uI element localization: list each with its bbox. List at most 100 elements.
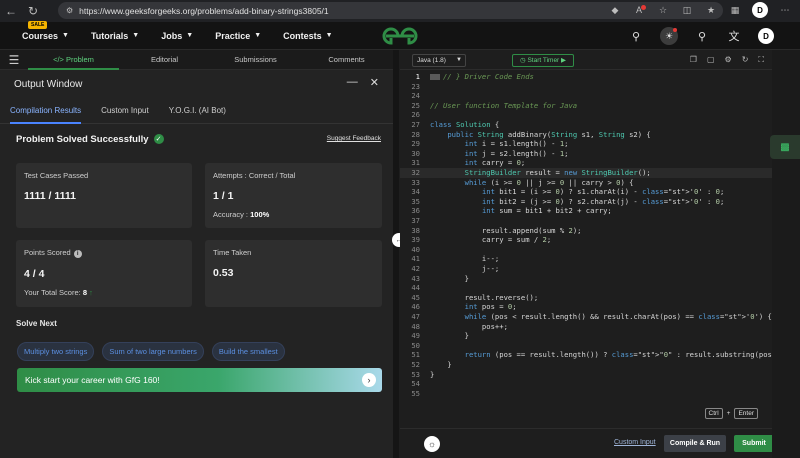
code-line[interactable]: 40	[400, 245, 772, 255]
tag-icon[interactable]: ◆	[608, 5, 622, 16]
accuracy-row: Accuracy : 100%	[213, 210, 374, 219]
nav-courses[interactable]: SALE Courses ▼	[22, 20, 69, 41]
minimize-icon[interactable]: —	[347, 76, 358, 89]
nav-tutorials[interactable]: Tutorials ▼	[91, 31, 139, 41]
nav-courses-label: Courses	[22, 30, 59, 41]
code-line[interactable]: 27 class Solution {	[400, 120, 772, 130]
code-area[interactable]: 1 // } Driver Code Ends 23 24 25// User fun…	[400, 72, 781, 402]
solve-next-item[interactable]: Build the smallest	[211, 342, 285, 361]
tab-yogi-bot[interactable]: Y.O.G.I. (AI Bot)	[169, 98, 226, 124]
reload-icon[interactable]: ↻	[22, 0, 44, 22]
chevron-right-icon[interactable]: ›	[362, 373, 376, 387]
info-icon[interactable]: i	[73, 250, 82, 258]
code-line[interactable]: 41 i--;	[400, 254, 772, 264]
nav-practice[interactable]: Practice ▼	[215, 31, 261, 41]
code-line[interactable]: 23	[400, 82, 772, 92]
gfg160-banner[interactable]: Kick start your career with GfG 160! ›	[17, 368, 382, 392]
nav-contests[interactable]: Contests ▼	[283, 31, 332, 41]
code-line[interactable]: 44	[400, 283, 772, 293]
solve-next-item[interactable]: Multiply two strings	[17, 342, 95, 361]
bell-icon[interactable]: ⚲	[694, 30, 710, 43]
code-line[interactable]: 47 while (pos < result.length() && resul…	[400, 312, 772, 322]
chat-icon[interactable]: ▩	[770, 135, 800, 159]
code-line[interactable]: 34 int bit1 = (i >= 0) ? s1.charAt(i) - …	[400, 187, 772, 197]
code-line[interactable]: 50	[400, 341, 772, 351]
tab-submissions[interactable]: Submissions	[210, 50, 301, 70]
format-icon[interactable]: ▢	[707, 55, 715, 65]
line-number: 30	[411, 148, 420, 158]
copy-icon[interactable]: ❐	[690, 55, 697, 65]
user-avatar[interactable]: D	[758, 28, 774, 44]
custom-input-link[interactable]: Custom Input	[614, 439, 656, 446]
close-icon[interactable]: ✕	[370, 76, 379, 89]
gfg-logo[interactable]	[380, 25, 420, 47]
code-line[interactable]: 33 while (i >= 0 || j >= 0 || carry > 0)…	[400, 178, 772, 188]
tab-editorial[interactable]: Editorial	[119, 50, 210, 70]
more-menu-icon[interactable]: ⋯	[778, 5, 792, 16]
compile-run-button[interactable]: Compile & Run	[664, 435, 726, 452]
line-number: 51	[411, 350, 420, 360]
favorites-icon[interactable]: ★	[704, 5, 718, 16]
output-window: Output Window — ✕ Compilation Results Cu…	[0, 70, 393, 458]
code-line[interactable]: 24	[400, 91, 772, 101]
code-line[interactable]: 25 // User function Template for Java	[400, 101, 772, 111]
code-line[interactable]: 52 }	[400, 360, 772, 370]
code-line[interactable]: 35 int bit2 = (j >= 0) ? s2.charAt(j) - …	[400, 197, 772, 207]
reset-icon[interactable]: ↻	[742, 55, 749, 65]
hamburger-menu-icon[interactable]: ☰	[0, 53, 28, 67]
code-line[interactable]: 54	[400, 379, 772, 389]
code-line[interactable]: 39 carry = sum / 2;	[400, 235, 772, 245]
suggest-feedback-link[interactable]: Suggest Feedback	[327, 135, 381, 142]
code-line[interactable]: 26	[400, 110, 772, 120]
code-line[interactable]: 49 }	[400, 331, 772, 341]
code-line[interactable]: 42 j--;	[400, 264, 772, 274]
tab-compilation-results[interactable]: Compilation Results	[10, 98, 82, 124]
submit-button[interactable]: Submit	[734, 435, 774, 452]
code-line[interactable]: 55	[400, 389, 772, 399]
browser-profile-avatar[interactable]: D	[752, 2, 768, 18]
code-line[interactable]: 43 }	[400, 274, 772, 284]
code-line[interactable]: 38 result.append(sum % 2);	[400, 226, 772, 236]
panel-splitter[interactable]	[393, 50, 399, 458]
code-text: while (pos < result.length() && result.c…	[464, 312, 772, 321]
code-line[interactable]: 45 result.reverse();	[400, 293, 772, 303]
code-line[interactable]: 36 int sum = bit1 + bit2 + carry;	[400, 206, 772, 216]
lightbulb-icon[interactable]: ☼	[424, 436, 440, 452]
tab-comments[interactable]: Comments	[301, 50, 392, 70]
site-info-icon[interactable]: ⚙	[66, 6, 73, 15]
collections-icon[interactable]: ▦	[728, 5, 742, 16]
code-line[interactable]: 29 int i = s1.length() - 1;	[400, 139, 772, 149]
total-score-row: Your Total Score: 8 ↑	[24, 288, 184, 297]
code-line[interactable]: 48 pos++;	[400, 322, 772, 332]
line-number: 27	[411, 120, 420, 129]
tab-custom-input[interactable]: Custom Input	[101, 98, 149, 124]
code-line[interactable]: 46 int pos = 0;	[400, 302, 772, 312]
solve-next-item[interactable]: Sum of two large numbers	[102, 342, 204, 361]
code-line[interactable]: 51 return (pos == result.length()) ? cla…	[400, 350, 780, 360]
right-rail	[772, 50, 800, 458]
code-line[interactable]: 1 // } Driver Code Ends	[400, 72, 772, 82]
reader-icon[interactable]: A	[632, 5, 646, 15]
line-number: 39	[411, 235, 420, 245]
result-status: Problem Solved Successfully	[16, 133, 149, 145]
search-icon[interactable]: ⚲	[628, 30, 644, 43]
nav-jobs[interactable]: Jobs ▼	[161, 31, 193, 41]
split-screen-icon[interactable]: ◫	[680, 5, 694, 16]
line-number: 36	[411, 206, 420, 216]
translate-icon[interactable]: 文	[726, 28, 742, 44]
settings-icon[interactable]: ⚙	[725, 55, 732, 65]
code-line[interactable]: 30 int j = s2.length() - 1;	[400, 149, 772, 159]
code-line[interactable]: 28 public String addBinary(String s1, St…	[400, 130, 772, 140]
favorite-star-icon[interactable]: ☆	[656, 5, 670, 16]
theme-settings-icon[interactable]: ☀	[660, 27, 678, 45]
code-line[interactable]: 32 StringBuilder result = new StringBuil…	[400, 168, 772, 178]
start-timer-button[interactable]: ◷ Start Timer ▶	[512, 54, 574, 67]
output-window-title: Output Window	[14, 78, 83, 90]
tab-problem[interactable]: </> Problem	[28, 50, 119, 70]
language-select[interactable]: Java (1.8) ▼	[412, 54, 466, 67]
back-arrow-icon[interactable]: ←	[0, 0, 22, 22]
code-line[interactable]: 53}	[400, 370, 772, 380]
fullscreen-icon[interactable]: ⛶	[758, 55, 764, 65]
code-line[interactable]: 37	[400, 216, 772, 226]
code-line[interactable]: 31 int carry = 0;	[400, 158, 772, 168]
